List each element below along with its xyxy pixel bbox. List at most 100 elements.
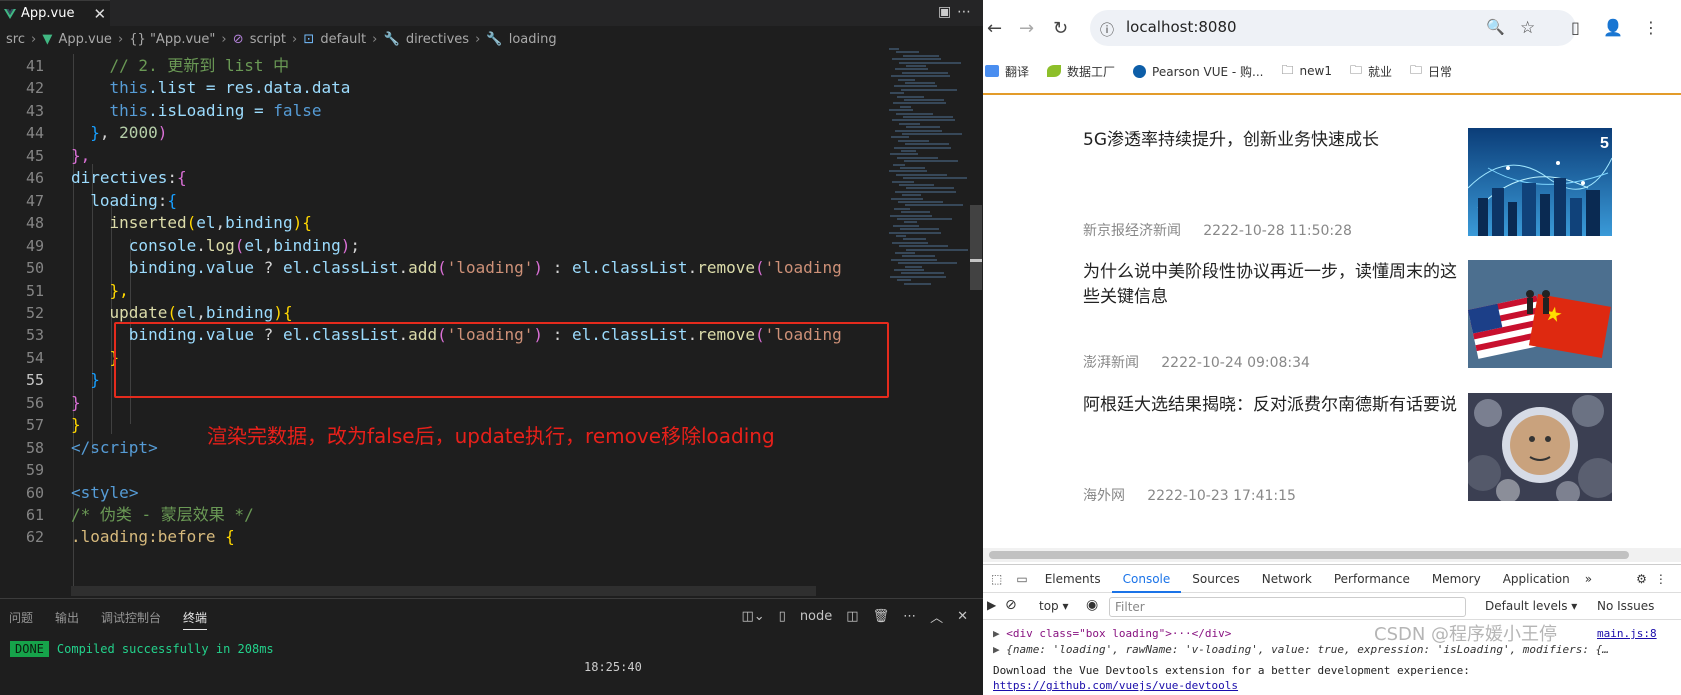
split-editor-icon[interactable]: ▣ [938,4,951,20]
maximize-icon[interactable]: ︿ [930,607,943,626]
bookmark-folder-new1[interactable]: 🗀 new1 [1282,61,1332,82]
tab-terminal[interactable]: 终端 [183,609,208,630]
tab-performance[interactable]: Performance [1323,565,1421,593]
terminal-timestamp: 18:25:40 [584,660,642,674]
browser-toolbar: ← → ↻ ⓘ localhost:8080 🔍 ☆ ▯ 👤 ⋮ [983,0,1681,55]
zoom-icon[interactable]: 🔍 [1486,18,1505,36]
breadcrumb-item[interactable]: default [320,32,366,47]
split-terminal-icon[interactable]: ◫ [846,609,858,624]
bookmark-folder-jobs[interactable]: 🗀 就业 [1350,61,1392,82]
log-levels-select[interactable]: Default levels ▾ [1485,599,1577,613]
devtools-menu-icon[interactable]: ⋮ [1651,565,1671,593]
breadcrumb-item[interactable]: directives [406,32,469,47]
tab-sources[interactable]: Sources [1181,565,1250,593]
news-item[interactable]: 阿根廷大选结果揭晓：反对派费尔南德斯有话要说 海外网 2222-10-23 17… [1083,393,1663,513]
crowd-photo[interactable] [1468,393,1612,501]
code-line[interactable]: 47 loading:{ [0,189,880,213]
news-title[interactable]: 阿根廷大选结果揭晓：反对派费尔南德斯有话要说 [1083,393,1463,418]
code-text: }, [71,144,90,168]
breadcrumb-item[interactable]: script [250,32,286,47]
highlight-box [114,322,889,398]
more-icon[interactable]: ⋯ [903,609,916,624]
site-info-icon[interactable]: ⓘ [1100,20,1114,40]
bookmark-pearson[interactable]: Pearson VUE - 购... [1133,63,1264,80]
bookmark-star-icon[interactable]: ☆ [1520,18,1535,38]
code-line[interactable]: 48 inserted(el,binding){ [0,211,880,235]
tab-elements[interactable]: Elements [1034,565,1112,593]
code-line[interactable]: 50 binding.value ? el.classList.add('loa… [0,256,880,280]
reload-icon[interactable]: ↻ [1053,18,1068,39]
breadcrumb-item[interactable]: App.vue [58,32,111,47]
issues-label[interactable]: No Issues [1597,599,1654,613]
code-line[interactable]: 43 this.isLoading = false [0,99,880,123]
code-line[interactable]: 51 }, [0,279,880,303]
bookmark-translate[interactable]: 翻译 [985,63,1029,80]
minimap-line [891,258,937,261]
minimap[interactable] [885,48,970,308]
minimap-line [904,221,917,224]
news-item[interactable]: 为什么说中美阶段性协议再近一步，读懂周末的这些关键信息 澎湃新闻 2222-10… [1083,260,1663,380]
bookmark-folder-daily[interactable]: 🗀 日常 [1410,61,1452,82]
editor-scrollbar[interactable] [970,205,982,290]
tab-problems[interactable]: 问题 [9,609,33,630]
url-text[interactable]: localhost:8080 [1126,18,1237,36]
breadcrumb-item[interactable]: src [6,32,25,47]
tab-debug-console[interactable]: 调试控制台 [101,609,161,630]
inspect-icon[interactable]: ⬚ [983,565,1010,593]
code-line[interactable]: 60 <style> [0,481,880,505]
minimap-line [898,201,943,203]
console-line[interactable]: ▶ <div class="box loading">···</div> [993,627,1231,640]
flags-handshake-photo[interactable]: ★ [1468,260,1612,368]
scroll-position-marker [970,259,982,262]
tab-output[interactable]: 输出 [55,609,79,630]
close-panel-icon[interactable]: ✕ [957,609,968,624]
clear-console-icon[interactable]: ⊘ [1005,597,1017,613]
menu-icon[interactable]: ⋮ [1643,18,1659,37]
news-source: 海外网 [1083,488,1125,504]
context-select[interactable]: top ▾ [1039,599,1069,613]
bookmark-data-factory[interactable]: 数据工厂 [1047,63,1115,80]
back-icon[interactable]: ← [987,18,1002,39]
news-title[interactable]: 为什么说中美阶段性协议再近一步，读懂周末的这些关键信息 [1083,260,1463,310]
code-line[interactable]: 44 }, 2000) [0,121,880,145]
trash-icon[interactable]: 🗑 [873,609,890,624]
breadcrumb-item[interactable]: loading [509,32,557,47]
terminal-name[interactable]: node [800,609,832,624]
tab-console[interactable]: Console [1111,565,1182,593]
code-token: { [215,527,235,547]
code-line[interactable]: 42 this.list = res.data.data [0,76,880,100]
settings-gear-icon[interactable]: ⚙ [1632,565,1651,593]
horizontal-scrollbar[interactable] [71,586,816,596]
code-line[interactable]: 46 directives:{ [0,166,880,190]
code-line[interactable]: 61 /* 伪类 - 蒙层效果 */ [0,503,880,527]
device-toggle-icon[interactable]: ▭ [1010,565,1033,593]
line-number: 60 [25,483,44,502]
profile-icon[interactable]: 👤 [1603,18,1623,37]
side-panel-icon[interactable]: ▯ [1571,18,1580,37]
code-line[interactable]: 59 [0,458,880,482]
forward-icon[interactable]: → [1019,18,1034,39]
code-token: ) [157,123,168,143]
tab-network[interactable]: Network [1251,565,1323,593]
tab-memory[interactable]: Memory [1421,565,1492,593]
close-icon[interactable]: ✕ [93,1,106,27]
tab-app-vue[interactable]: App.vue ✕ [0,0,110,26]
news-item[interactable]: 5G渗透率持续提升，创新业务快速成长 新京报经济新闻 2222-10-28 11… [1083,128,1663,248]
more-tabs-icon[interactable]: » [1581,565,1596,593]
more-actions-icon[interactable]: ⋯ [957,4,971,20]
sidebar-toggle-icon[interactable]: ▶ [987,598,996,612]
eye-icon[interactable]: ◉ [1086,597,1098,613]
scrollbar-thumb[interactable] [989,551,1629,559]
city-network-photo[interactable]: 5 [1468,128,1612,236]
code-line[interactable]: 49 console.log(el,binding); [0,234,880,258]
code-line[interactable]: 41 // 2. 更新到 list 中 [0,54,880,78]
code-line[interactable]: 62 .loading:before { [0,525,880,549]
breadcrumb-item[interactable]: {} "App.vue" [129,32,215,47]
code-line[interactable]: 45}, [0,144,880,168]
source-link[interactable]: main.js:8 [1597,627,1657,640]
tab-application[interactable]: Application [1492,565,1581,593]
new-terminal-icon[interactable]: ◫⌄ [741,609,764,624]
console-link[interactable]: https://github.com/vuejs/vue-devtools [993,679,1238,692]
filter-input[interactable]: Filter [1109,597,1466,617]
news-title[interactable]: 5G渗透率持续提升，创新业务快速成长 [1083,128,1463,153]
